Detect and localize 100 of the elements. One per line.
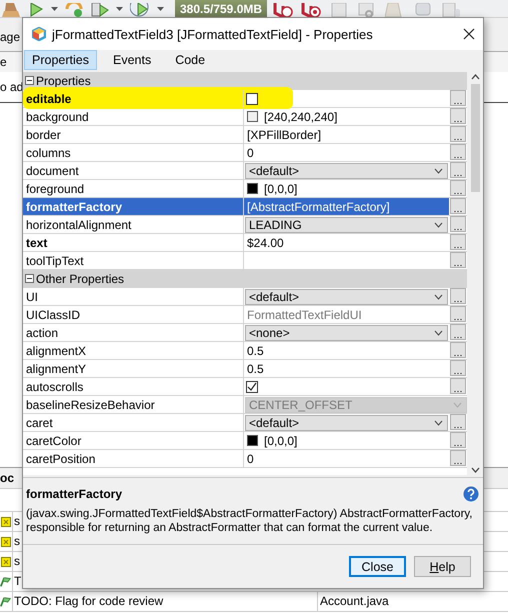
property-name[interactable]: alignmentX [23, 342, 244, 359]
ellipsis-button[interactable] [450, 108, 466, 124]
chevron-down-icon [434, 420, 443, 426]
chevron-down-icon [453, 402, 462, 408]
ellipsis-icon [454, 372, 462, 375]
tab[interactable]: Properties [24, 50, 97, 70]
property-name[interactable]: action [23, 324, 244, 341]
checkbox[interactable] [246, 380, 258, 392]
ellipsis-button[interactable] [450, 126, 466, 142]
property-value[interactable]: 0.5 [244, 360, 449, 377]
category-label: Other Properties [36, 272, 124, 286]
ellipsis-icon [454, 444, 462, 447]
collapse-icon[interactable] [25, 274, 34, 283]
refresh-icon[interactable] [65, 3, 85, 17]
property-name[interactable]: border [23, 126, 244, 143]
property-name[interactable]: toolTipText [23, 252, 244, 269]
ellipsis-icon [454, 300, 462, 303]
property-name[interactable]: foreground [23, 180, 244, 197]
ellipsis-icon [454, 354, 462, 357]
ellipsis-button[interactable] [450, 180, 466, 196]
cube-icon [32, 27, 46, 41]
category-header[interactable]: Properties [23, 72, 467, 90]
ellipsis-button[interactable] [450, 414, 466, 430]
ellipsis-icon [454, 336, 462, 339]
tab[interactable]: Code [167, 50, 214, 70]
ellipsis-icon [454, 138, 462, 141]
documents-icon[interactable] [441, 3, 463, 17]
ellipsis-button[interactable] [450, 324, 466, 340]
property-value[interactable]: 0 [244, 450, 449, 467]
dropdown[interactable]: LEADING [245, 216, 448, 232]
ellipsis-button[interactable] [450, 450, 466, 466]
close-icon[interactable] [463, 28, 475, 40]
property-name[interactable]: UI [23, 288, 244, 305]
property-value[interactable]: [AbstractFormatterFactory] [244, 198, 449, 215]
ellipsis-icon [454, 102, 462, 105]
property-name[interactable]: background [23, 108, 244, 125]
dropdown[interactable]: <default> [245, 288, 448, 304]
ellipsis-icon [454, 462, 462, 465]
property-value[interactable]: [XPFillBorder] [244, 126, 449, 143]
memory-indicator: 380.5/759.0MB [175, 0, 267, 17]
ellipsis-icon [454, 390, 462, 393]
property-name[interactable]: columns [23, 144, 244, 161]
ellipsis-button[interactable] [450, 144, 466, 160]
ellipsis-button[interactable] [450, 306, 466, 322]
category-header[interactable]: Other Properties [23, 270, 467, 288]
property-name[interactable]: document [23, 162, 244, 179]
ellipsis-button[interactable] [450, 360, 466, 376]
property-name[interactable]: autoscrolls [23, 378, 244, 395]
ellipsis-button[interactable] [450, 252, 466, 268]
ellipsis-icon [454, 192, 462, 195]
ellipsis-button[interactable] [450, 378, 466, 394]
dropdown[interactable]: <default> [245, 162, 448, 178]
chevron-up-icon [470, 72, 480, 82]
task-icon [1, 536, 11, 546]
ellipsis-icon [454, 228, 462, 231]
dropdown[interactable]: <default> [245, 414, 448, 430]
property-name[interactable]: baselineResizeBehavior [23, 396, 244, 413]
property-name[interactable]: caretPosition [23, 450, 244, 467]
property-name[interactable]: editable [23, 90, 244, 107]
scrollbar-thumb[interactable] [470, 84, 480, 192]
property-value[interactable]: FormattedTextFieldUI [244, 306, 449, 323]
task-icon [1, 516, 11, 526]
property-name[interactable]: caret [23, 414, 244, 431]
collapse-icon[interactable] [25, 76, 34, 85]
ellipsis-button[interactable] [450, 198, 466, 214]
property-name[interactable]: UIClassID [23, 306, 244, 323]
dialog-button[interactable]: Close [349, 556, 406, 577]
dialog-button[interactable]: Help [414, 556, 471, 577]
ellipsis-icon [454, 210, 462, 213]
property-name[interactable]: alignmentY [23, 360, 244, 377]
check-icon [247, 382, 257, 392]
ellipsis-button[interactable] [450, 216, 466, 232]
ellipsis-button[interactable] [450, 288, 466, 304]
scrollbar[interactable] [467, 72, 483, 475]
column-header[interactable]: oc [0, 471, 14, 485]
checkbox[interactable] [246, 92, 258, 104]
property-name[interactable]: formatterFactory [23, 198, 244, 215]
property-value[interactable]: 0.5 [244, 342, 449, 359]
ellipsis-button[interactable] [450, 234, 466, 250]
property-name[interactable]: caretColor [23, 432, 244, 449]
tab-label[interactable]: age [0, 30, 20, 51]
chevron-down-icon [434, 222, 443, 228]
tab[interactable]: Events [104, 50, 160, 70]
property-value: [240,240,240] [264, 110, 338, 124]
dropdown[interactable]: <none> [245, 324, 448, 340]
ellipsis-button[interactable] [450, 342, 466, 358]
property-name[interactable]: text [23, 234, 244, 251]
ellipsis-button[interactable] [450, 162, 466, 178]
run-file-icon[interactable] [91, 3, 109, 17]
window-title: jFormattedTextField3 [JFormattedTextField] - Properties [52, 26, 374, 42]
help-icon[interactable] [463, 486, 479, 502]
ellipsis-button[interactable] [450, 90, 466, 106]
chevron-down-icon [434, 168, 443, 174]
profile-icon[interactable] [130, 3, 150, 17]
ellipsis-icon [454, 156, 462, 159]
property-value[interactable]: 0 [244, 144, 449, 161]
property-value[interactable]: $24.00 [244, 234, 449, 251]
ellipsis-button[interactable] [450, 432, 466, 448]
ellipsis-icon [454, 174, 462, 177]
property-name[interactable]: horizontalAlignment [23, 216, 244, 233]
